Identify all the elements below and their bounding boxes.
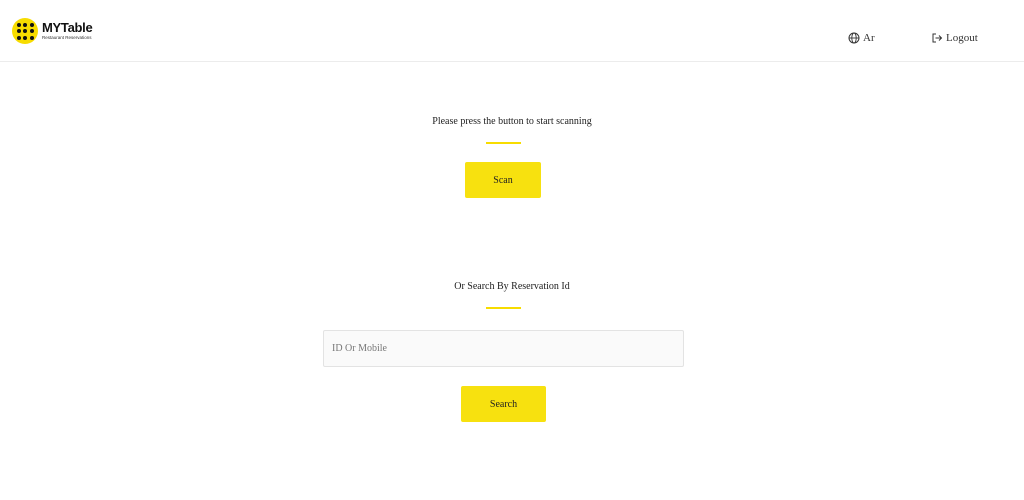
globe-icon: [848, 32, 860, 44]
language-switch[interactable]: Ar: [848, 32, 875, 44]
brand-logo[interactable]: MYTable Restaurant Reservations: [12, 18, 93, 44]
logo-name: MYTable: [42, 20, 93, 36]
logo-subtitle: Restaurant Reservations: [42, 35, 92, 41]
scan-button[interactable]: Scan: [465, 162, 541, 198]
dots-grid-icon: [12, 18, 38, 44]
search-divider: [486, 307, 521, 309]
search-button[interactable]: Search: [461, 386, 546, 422]
logout-link[interactable]: Logout: [931, 32, 978, 44]
reservation-search-input[interactable]: [323, 330, 684, 367]
scan-instruction: Please press the button to start scannin…: [432, 116, 592, 127]
scan-divider: [486, 142, 521, 144]
top-header: MYTable Restaurant Reservations Ar Logou…: [0, 0, 1024, 62]
search-title: Or Search By Reservation Id: [454, 281, 570, 292]
language-label: Ar: [863, 32, 875, 44]
logout-icon: [932, 33, 943, 43]
logout-label: Logout: [946, 32, 978, 44]
